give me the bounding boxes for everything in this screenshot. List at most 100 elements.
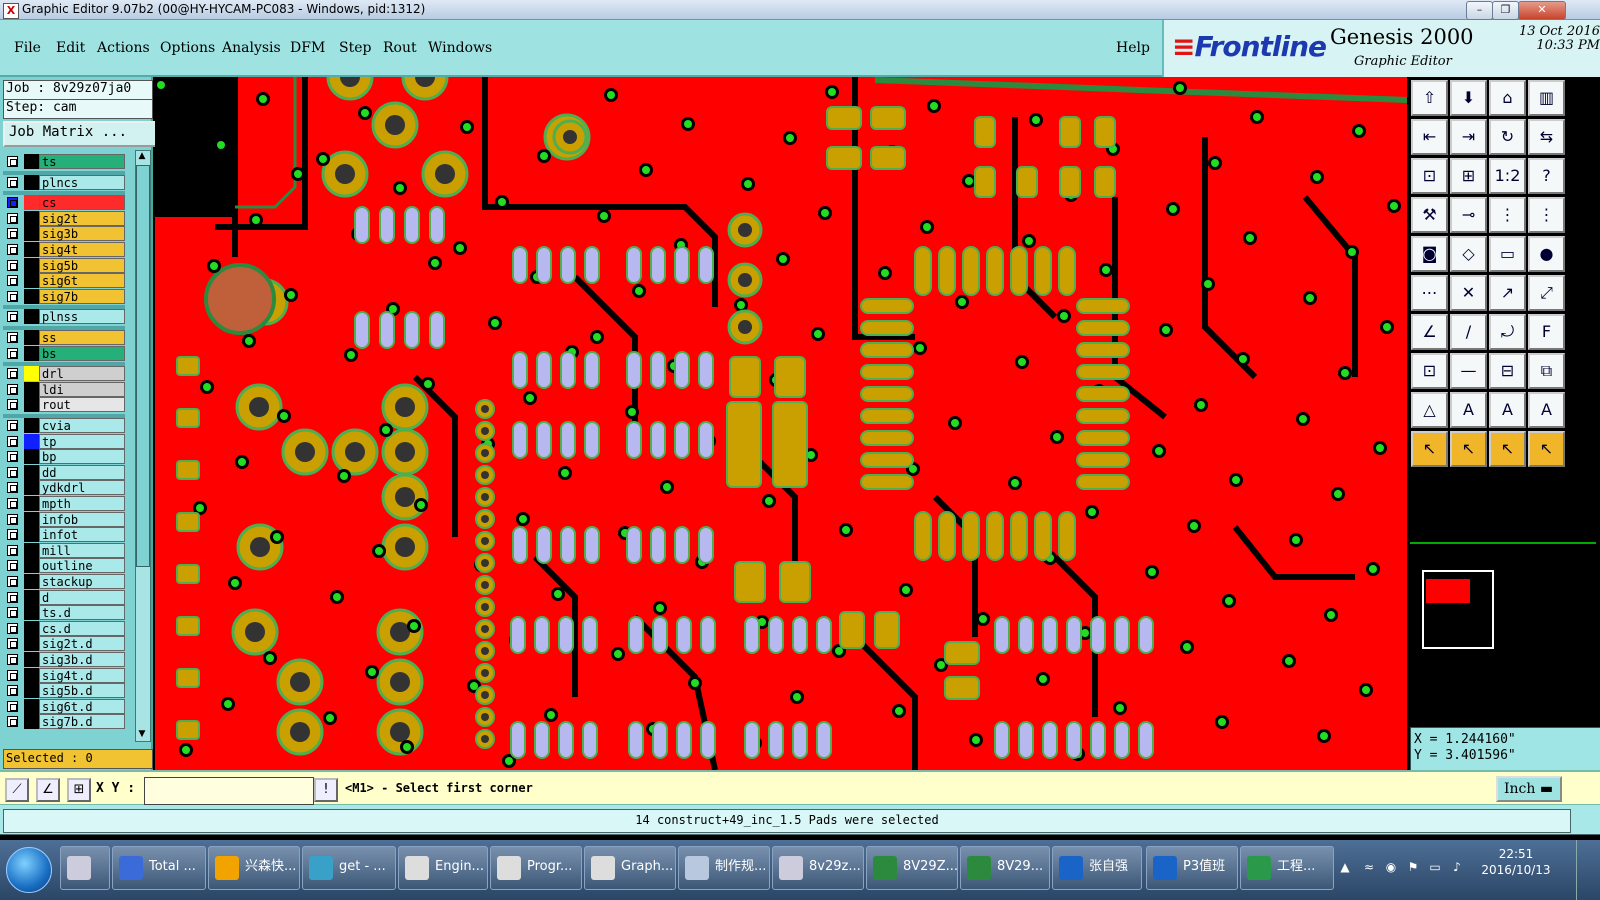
layer-name[interactable]: cvia bbox=[39, 418, 125, 433]
layer-name[interactable]: ss bbox=[39, 330, 125, 345]
layer-row-ss[interactable]: ss bbox=[5, 330, 125, 345]
layer-name[interactable]: plnss bbox=[39, 309, 125, 325]
zoom-center-icon[interactable]: ⊞ bbox=[1450, 158, 1487, 194]
layer-row-sig7b[interactable]: sig7b bbox=[5, 288, 125, 304]
layer-row-mill[interactable]: mill bbox=[5, 542, 125, 558]
cross-icon[interactable]: ✕ bbox=[1450, 275, 1487, 311]
taskbar-item[interactable] bbox=[60, 846, 110, 890]
layer-row-sig4t[interactable]: sig4t bbox=[5, 242, 125, 257]
snap-icon[interactable]: ⇧ bbox=[1411, 80, 1448, 116]
layer-checkbox[interactable] bbox=[7, 482, 18, 494]
graphic-canvas[interactable] bbox=[155, 77, 1407, 770]
layer-row-sig2t[interactable]: sig2t bbox=[5, 210, 125, 226]
layer-name[interactable]: infot bbox=[39, 527, 125, 543]
query-icon[interactable]: ? bbox=[1528, 158, 1565, 194]
layer-row-sig2t-d[interactable]: sig2t.d bbox=[5, 636, 125, 652]
layer-name[interactable]: sig4t bbox=[39, 242, 125, 257]
layer-name[interactable]: ts.d bbox=[39, 605, 125, 621]
text-icon[interactable]: F bbox=[1528, 314, 1565, 350]
tray-network-icon[interactable]: ≈ bbox=[1362, 860, 1376, 874]
job-matrix-button[interactable]: Job Matrix ... bbox=[3, 121, 157, 147]
layer-name[interactable]: cs bbox=[39, 195, 125, 211]
layer-checkbox[interactable] bbox=[7, 156, 18, 167]
taskbar-item[interactable]: Progr... bbox=[490, 846, 582, 890]
layer-name[interactable]: bs bbox=[39, 345, 125, 361]
close-icon[interactable]: ✕ bbox=[1518, 1, 1566, 20]
menu-actions[interactable]: Actions bbox=[97, 40, 150, 56]
taskbar-item[interactable]: 张自强 bbox=[1052, 846, 1142, 890]
snap-mode-icon[interactable]: ⟋ bbox=[5, 778, 29, 802]
angle-mode-icon[interactable]: ∠ bbox=[36, 778, 60, 802]
layer-checkbox[interactable] bbox=[7, 560, 18, 572]
polygon-icon[interactable]: ◇ bbox=[1450, 236, 1487, 272]
layer-checkbox[interactable] bbox=[7, 244, 18, 255]
layer-row-plnss[interactable]: plnss bbox=[5, 309, 125, 325]
menu-edit[interactable]: Edit bbox=[56, 40, 85, 56]
layer-row-bp[interactable]: bp bbox=[5, 449, 125, 465]
layer-row-ts[interactable]: ts bbox=[5, 154, 125, 169]
layer-name[interactable]: sig7b bbox=[39, 288, 125, 304]
layer-name[interactable]: d bbox=[39, 589, 125, 605]
layer-checkbox[interactable] bbox=[7, 591, 18, 603]
tray-volume-icon[interactable]: ♪ bbox=[1450, 860, 1464, 874]
layer-checkbox[interactable] bbox=[7, 498, 18, 509]
layer-name[interactable]: outline bbox=[39, 558, 125, 574]
slash-icon[interactable]: / bbox=[1450, 314, 1487, 350]
menu-file[interactable]: File bbox=[14, 40, 41, 56]
grid-mode-icon[interactable]: ⊞ bbox=[67, 778, 91, 802]
layer-checkbox[interactable] bbox=[7, 228, 18, 240]
layer-name[interactable]: sig6t.d bbox=[39, 698, 125, 714]
layer-row-bs[interactable]: bs bbox=[5, 345, 125, 361]
menu-windows[interactable]: Windows bbox=[428, 40, 492, 56]
ruler-icon[interactable]: ▭ bbox=[1489, 236, 1526, 272]
menu-dfm[interactable]: DFM bbox=[290, 40, 325, 56]
display-icon[interactable]: ◙ bbox=[1411, 236, 1448, 272]
show-desktop-button[interactable] bbox=[1576, 840, 1600, 900]
taskbar-item[interactable]: 兴森快... bbox=[208, 846, 300, 890]
taskbar-item[interactable]: P3值班 bbox=[1146, 846, 1238, 890]
menu-help[interactable]: Help bbox=[1116, 40, 1150, 56]
layer-name[interactable]: sig2t.d bbox=[39, 636, 125, 652]
taskbar-item[interactable]: Graph... bbox=[584, 846, 676, 890]
layer-row-cs-d[interactable]: cs.d bbox=[5, 620, 125, 636]
restore-icon[interactable]: ❐ bbox=[1492, 1, 1519, 20]
layer-row-ts-d[interactable]: ts.d bbox=[5, 605, 125, 621]
layer-checkbox[interactable] bbox=[7, 435, 18, 447]
layer-row-mpth[interactable]: mpth bbox=[5, 496, 125, 511]
layer-row-drl[interactable]: drl bbox=[5, 366, 125, 382]
arc-icon[interactable]: ⤾ bbox=[1489, 314, 1526, 350]
layer-row-sig4t-d[interactable]: sig4t.d bbox=[5, 667, 125, 683]
layer-scrollbar[interactable]: ▲ ▼ bbox=[135, 150, 151, 742]
tray-flag-icon[interactable]: ⚑ bbox=[1406, 860, 1420, 874]
unit-selector[interactable]: Inch ▬ bbox=[1496, 776, 1562, 802]
pan-right-icon[interactable]: ⇥ bbox=[1450, 119, 1487, 155]
tray-monitor-icon[interactable]: ▭ bbox=[1428, 860, 1442, 874]
layer-row-ydkdrl[interactable]: ydkdrl bbox=[5, 480, 125, 496]
taskbar-item[interactable]: 8V29... bbox=[960, 846, 1050, 890]
layer-checkbox[interactable] bbox=[7, 197, 18, 209]
layer-checkbox[interactable] bbox=[7, 700, 18, 712]
layer-row-sig6t-d[interactable]: sig6t.d bbox=[5, 698, 125, 714]
layer-checkbox[interactable] bbox=[7, 685, 18, 697]
line-icon[interactable]: ∠ bbox=[1411, 314, 1448, 350]
system-clock[interactable]: 22:51 2016/10/13 bbox=[1476, 846, 1556, 878]
feature-icon[interactable]: ⊡ bbox=[1411, 353, 1448, 389]
layer-row-infot[interactable]: infot bbox=[5, 527, 125, 543]
triangle-icon[interactable]: △ bbox=[1411, 392, 1448, 428]
layer-name[interactable]: ldi bbox=[39, 381, 125, 397]
layer-checkbox[interactable] bbox=[7, 176, 18, 188]
layer-row-sig5b[interactable]: sig5b bbox=[5, 257, 125, 273]
drill-icon[interactable]: ⊸ bbox=[1450, 197, 1487, 233]
layer-row-d[interactable]: d bbox=[5, 589, 125, 605]
layer-checkbox[interactable] bbox=[7, 259, 18, 271]
layer-row-cvia[interactable]: cvia bbox=[5, 418, 125, 433]
layer-row-infob[interactable]: infob bbox=[5, 511, 125, 527]
layer-row-sig6t[interactable]: sig6t bbox=[5, 273, 125, 289]
zoom-home-icon[interactable]: ⬇ bbox=[1450, 80, 1487, 116]
layer-row-ldi[interactable]: ldi bbox=[5, 381, 125, 397]
pan-left-icon[interactable]: ⇤ bbox=[1411, 119, 1448, 155]
layer-row-plncs[interactable]: plncs bbox=[5, 174, 125, 190]
layer-name[interactable]: plncs bbox=[39, 174, 125, 190]
menu-step[interactable]: Step bbox=[339, 40, 371, 56]
pointer-icon[interactable]: ↖ bbox=[1411, 431, 1448, 467]
